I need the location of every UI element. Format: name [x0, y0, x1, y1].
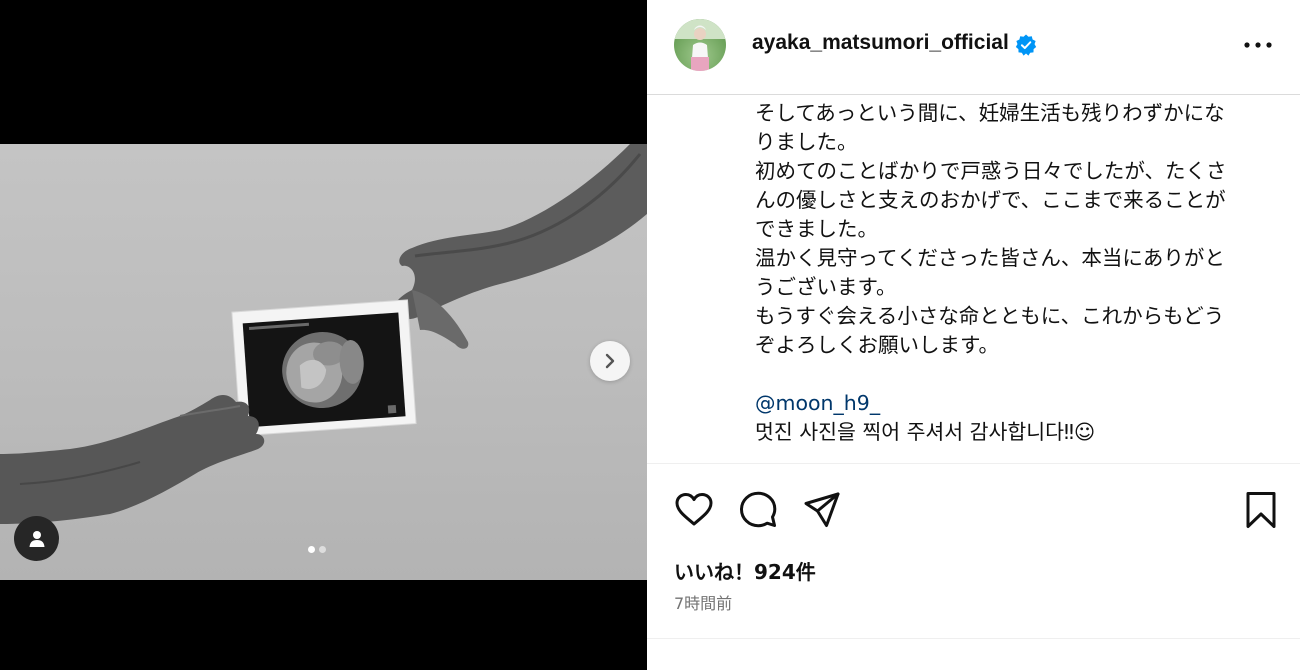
caption-line: うございます。 [755, 275, 897, 299]
post-timestamp[interactable]: 7時間前 [674, 590, 732, 614]
username[interactable]: ayaka_matsumori_official [752, 31, 1009, 55]
divider [647, 638, 1300, 639]
caption-line: できました。 [755, 217, 878, 241]
mention-link[interactable]: @moon_h9_ [755, 391, 880, 415]
more-options-icon[interactable] [1243, 34, 1273, 56]
post-caption: そしてあっという間に、妊婦生活も残りわずかにな りました。 初めてのことばかりで… [755, 99, 1283, 447]
verified-icon [1015, 34, 1037, 56]
user-tag-icon [29, 530, 44, 547]
ultrasound-photo-illustration [0, 144, 647, 524]
post-photo[interactable] [0, 144, 647, 580]
caption-line: 温かく見守ってくださった皆さん、本当にありがと [755, 246, 1225, 270]
save-icon[interactable] [1241, 490, 1281, 530]
caption-line: もうすぐ会える小さな命とともに、これからもどう [755, 304, 1225, 328]
like-count[interactable]: いいね！924件 [674, 556, 816, 585]
carousel-dot-active [308, 546, 315, 553]
tagged-users-button[interactable] [14, 516, 59, 561]
carousel-dot [319, 546, 326, 553]
carousel-next-button[interactable] [590, 341, 630, 381]
caption-line: ぞよろしくお願いします。 [755, 333, 999, 357]
comment-icon[interactable] [738, 490, 778, 530]
share-icon[interactable] [802, 490, 842, 530]
post-header: ayaka_matsumori_official [647, 0, 1300, 95]
caption-line: んの優しさと支えのおかげで、ここまで来ることが [755, 188, 1226, 212]
avatar-image [674, 19, 726, 71]
caption-line: そしてあっという間に、妊婦生活も残りわずかにな [755, 101, 1225, 125]
caption-line: 初めてのことばかりで戸惑う日々でしたが、たくさ [755, 159, 1227, 183]
post-media [0, 0, 647, 670]
carousel-indicator [308, 546, 326, 553]
caption-scroll-area[interactable]: そしてあっという間に、妊婦生活も残りわずかにな りました。 初めてのことばかりで… [647, 95, 1300, 463]
post-detail-panel: ayaka_matsumori_official そしてあっという間に、妊婦生活… [647, 0, 1300, 670]
post-actions: いいね！924件 7時間前 [647, 463, 1300, 633]
avatar[interactable] [674, 19, 726, 71]
heart-icon[interactable] [674, 490, 714, 530]
caption-thanks: 멋진 사진을 찍어 주셔서 감사합니다‼☺ [755, 420, 1096, 444]
caption-line: りました。 [755, 130, 858, 154]
chevron-right-icon [605, 353, 615, 369]
